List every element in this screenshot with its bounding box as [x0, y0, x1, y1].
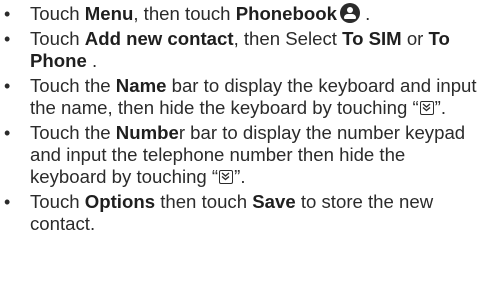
save-term: Save — [252, 191, 296, 212]
step-text: ”. — [434, 97, 447, 118]
bullet: • — [4, 192, 11, 212]
step-text: or — [401, 28, 429, 49]
to-sim-term: To SIM — [342, 28, 402, 49]
number-term: Numbe — [115, 122, 179, 143]
hide-keyboard-icon — [419, 101, 434, 115]
step-item: • Touch the Name bar to display the keyb… — [0, 75, 486, 119]
phonebook-term: Phonebook — [235, 3, 337, 24]
options-term: Options — [84, 191, 156, 212]
step-item: • Touch Add new contact, then Select To … — [0, 28, 486, 72]
phonebook-icon — [339, 3, 360, 23]
step-text: then touch — [155, 191, 253, 212]
name-term: Name — [115, 75, 167, 96]
step-text: Touch — [30, 191, 85, 212]
step-text: , then Select — [233, 28, 343, 49]
instruction-list: • Touch Menu, then touch Phonebook . • T… — [0, 3, 486, 238]
hide-keyboard-icon — [219, 170, 234, 184]
bullet: • — [4, 4, 11, 24]
menu-term: Menu — [84, 3, 134, 24]
step-text: Touch — [30, 3, 85, 24]
bullet: • — [4, 29, 11, 49]
step-item: • Touch Options then touch Save to store… — [0, 191, 486, 235]
step-text: . — [359, 3, 371, 24]
step-text: , then touch — [133, 3, 236, 24]
add-new-contact-term: Add new contact — [84, 28, 234, 49]
step-text: Touch the — [30, 75, 116, 96]
step-text: Touch the — [30, 122, 116, 143]
step-text: . — [86, 50, 98, 71]
step-text: ”. — [234, 166, 246, 187]
step-item: • Touch Menu, then touch Phonebook . — [0, 3, 486, 25]
bullet: • — [4, 76, 11, 96]
step-item: • Touch the Number bar to display the nu… — [0, 122, 486, 188]
step-text: Touch — [30, 28, 85, 49]
bullet: • — [4, 123, 11, 143]
